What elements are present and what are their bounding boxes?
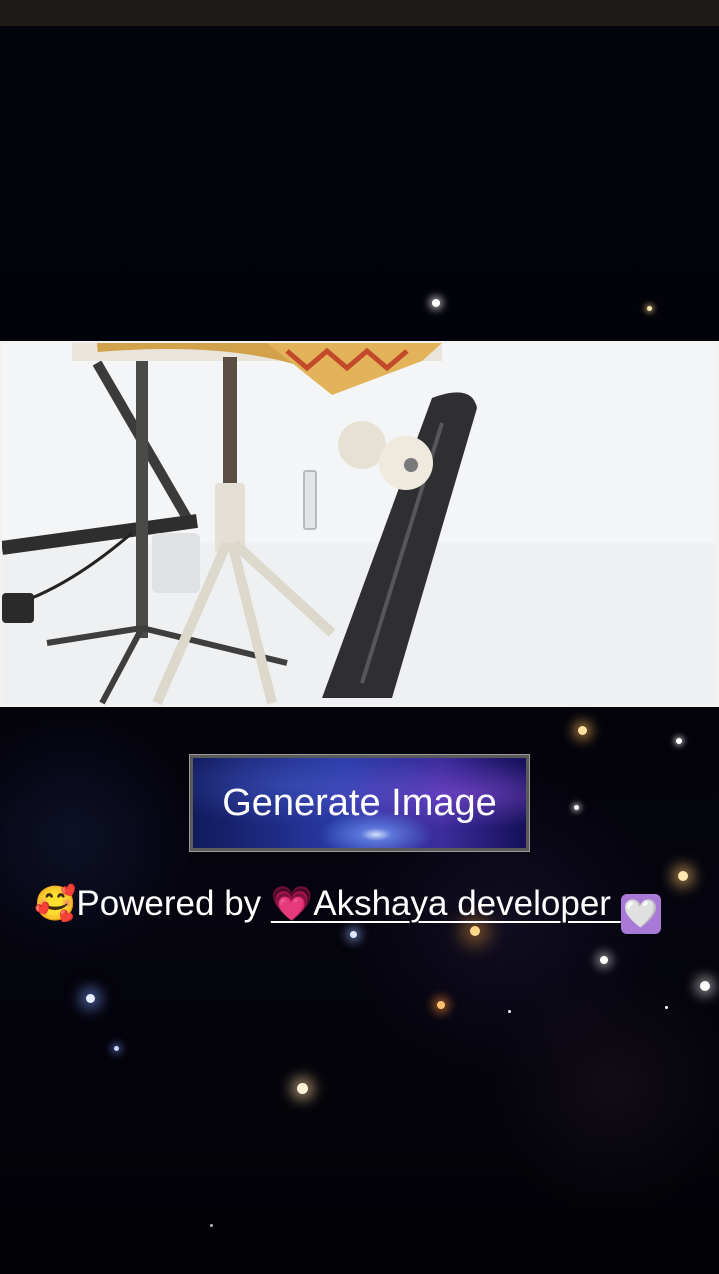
image-preview-icon [2, 343, 717, 705]
star [508, 1010, 511, 1013]
star [600, 956, 608, 964]
powered-by-credit: 🥰Powered by 💗Akshaya developer 🤍 [34, 880, 694, 934]
star [86, 994, 95, 1003]
star [574, 805, 579, 810]
star [676, 738, 682, 744]
star [114, 1046, 119, 1051]
generate-image-button[interactable]: Generate Image [189, 754, 530, 852]
developer-link[interactable]: 💗Akshaya developer 🤍 [270, 884, 661, 934]
star [578, 726, 587, 735]
pink-heart-icon: 💗 [270, 885, 314, 923]
star [437, 1001, 445, 1009]
star [700, 981, 710, 991]
white-heart-icon: 🤍 [620, 894, 661, 934]
star [432, 299, 440, 307]
powered-by-label: Powered by [76, 884, 262, 923]
star [647, 306, 652, 311]
star [665, 1006, 668, 1009]
status-bar [0, 0, 719, 26]
star [297, 1083, 308, 1094]
developer-name: Akshaya developer [313, 884, 611, 923]
star [210, 1224, 213, 1227]
generated-image [0, 341, 719, 707]
smiling-face-with-hearts-icon: 🥰 [34, 885, 77, 923]
